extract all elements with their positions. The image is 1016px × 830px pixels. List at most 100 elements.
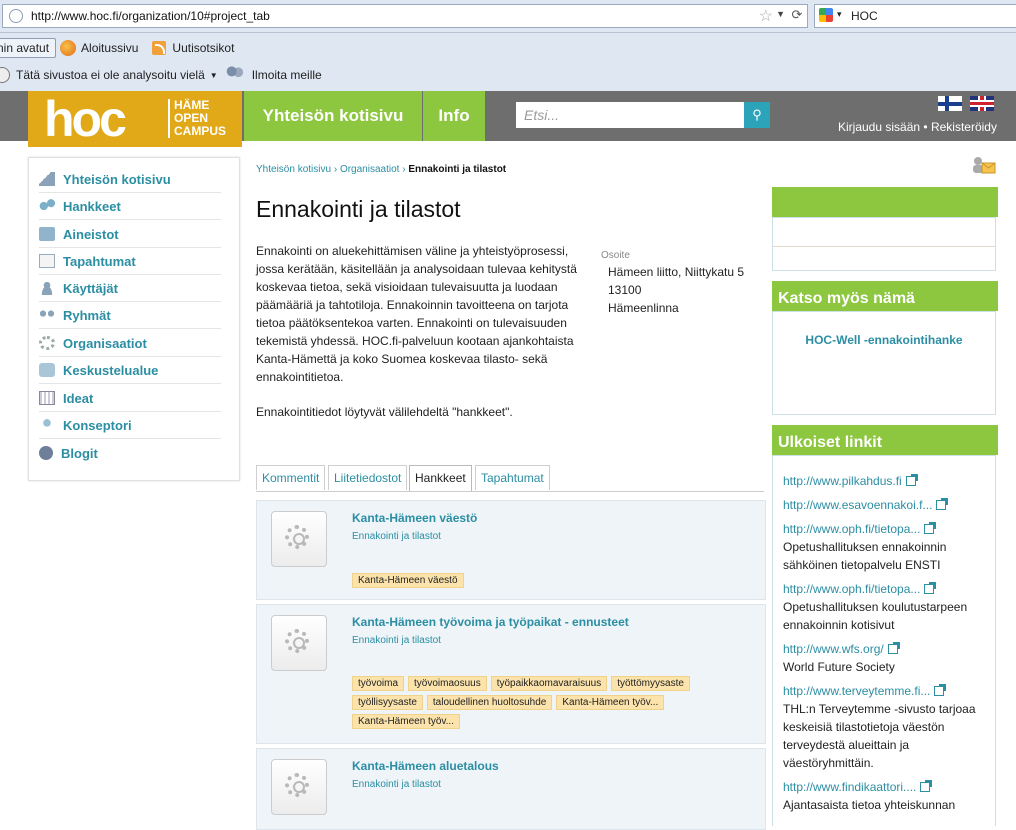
tag[interactable]: työvoima	[352, 676, 405, 691]
google-icon[interactable]	[819, 8, 833, 22]
tag[interactable]: Kanta-Hämeen väestö	[352, 573, 464, 588]
sidebar-item-events[interactable]: Tapahtumat	[39, 248, 221, 275]
bookmark-star-icon[interactable]: ☆	[759, 6, 773, 26]
external-link-item: http://www.terveytemme.fi... THL:n Terve…	[783, 682, 993, 772]
external-link-item: http://www.wfs.org/ World Future Society	[783, 640, 983, 676]
search-icon[interactable]: ⚲	[744, 102, 770, 128]
user-icon	[39, 281, 55, 295]
address-bar-area: http://www.hoc.fi/organization/10#projec…	[0, 0, 1016, 33]
project-title[interactable]: Kanta-Hämeen työvoima ja työpaikat - enn…	[352, 615, 629, 629]
external-link[interactable]: http://www.findikaattori....	[783, 780, 916, 794]
sidebar-item-concept[interactable]: Konseptori	[39, 412, 221, 439]
browser-search-box[interactable]: ▾ HOC	[814, 4, 1016, 28]
tag[interactable]: taloudellinen huoltosuhde	[426, 695, 553, 710]
sidebar-item-groups[interactable]: Ryhmät	[39, 302, 221, 329]
external-link-description: World Future Society	[783, 660, 895, 674]
bulb-icon	[39, 418, 55, 432]
keyboard-icon	[39, 391, 55, 405]
blog-icon	[39, 446, 53, 460]
tag[interactable]: työpaikkaomavaraisuus	[490, 676, 608, 691]
url-input[interactable]: http://www.hoc.fi/organization/10#projec…	[2, 4, 808, 28]
sidebar-item-projects[interactable]: Hankkeet	[39, 193, 221, 220]
tag[interactable]: Kanta-Hämeen työv...	[352, 714, 460, 729]
tab-projects[interactable]: Hankkeet	[409, 465, 472, 491]
tab-events[interactable]: Tapahtumat	[475, 465, 550, 490]
description: Ennakointi on aluekehittämisen väline ja…	[256, 244, 577, 384]
project-thumbnail[interactable]	[271, 759, 327, 815]
gear-icon	[285, 773, 309, 797]
project-thumbnail[interactable]	[271, 511, 327, 567]
sidebar-item-ideas[interactable]: Ideat	[39, 385, 221, 412]
sidebar-item-forum[interactable]: Keskustelualue	[39, 357, 221, 384]
login-link[interactable]: Kirjaudu sisään	[838, 120, 920, 134]
external-link[interactable]: http://www.esavoennakoi.f...	[783, 498, 932, 512]
external-link-description: THL:n Terveytemme -sivusto tarjoaa keske…	[783, 702, 976, 770]
tag[interactable]: Kanta-Hämeen työv...	[556, 695, 665, 710]
uk-flag-icon[interactable]	[970, 96, 994, 111]
hoc-logo[interactable]: hoc HÄME OPEN CAMPUS	[28, 91, 242, 147]
tab-attachments[interactable]: Liitetiedostot	[328, 465, 408, 490]
tag[interactable]: työttömyysaste	[611, 676, 690, 691]
sidebar: Yhteisön kotisivu Hankkeet Aineistot Tap…	[28, 157, 240, 481]
browser-search-text[interactable]: HOC	[851, 9, 878, 23]
project-subtitle[interactable]: Ennakointi ja tilastot	[352, 779, 441, 790]
tag[interactable]: työllisyysaste	[352, 695, 423, 710]
gear-icon	[285, 525, 309, 549]
see-also-link[interactable]: HOC-Well -ennakointihanke	[773, 333, 995, 347]
breadcrumb: Yhteisön kotisivu › Organisaatiot › Enna…	[256, 164, 507, 175]
search-engine-dropdown-icon[interactable]: ▾	[837, 9, 842, 20]
external-link-icon	[934, 684, 947, 696]
url-dropdown-icon[interactable]: ▼	[776, 9, 785, 19]
see-also-box: HOC-Well -ennakointihanke	[772, 311, 996, 415]
finnish-flag-icon[interactable]	[938, 96, 962, 111]
report-link[interactable]: Ilmoita meille	[252, 68, 322, 82]
folder-icon	[39, 227, 55, 241]
bookmark-home[interactable]: Aloitussivu	[60, 40, 138, 56]
external-link-description: Ajantasaista tietoa yhteiskunnan	[783, 798, 956, 812]
external-link-item: http://www.esavoennakoi.f...	[783, 496, 983, 514]
site-search-input[interactable]: Etsi...	[516, 102, 744, 128]
sidebar-item-organizations[interactable]: Organisaatiot	[39, 330, 221, 357]
sidebar-item-materials[interactable]: Aineistot	[39, 221, 221, 248]
group-icon	[39, 308, 55, 322]
home-icon	[39, 172, 55, 186]
project-title[interactable]: Kanta-Hämeen väestö	[352, 511, 477, 525]
logo-subtitle: HÄME OPEN CAMPUS	[168, 99, 226, 138]
bookmark-news[interactable]: Uutisotsikot	[152, 41, 234, 55]
project-subtitle[interactable]: Ennakointi ja tilastot	[352, 635, 441, 646]
contact-mail-icon[interactable]	[972, 156, 996, 174]
right-box-header	[772, 187, 998, 217]
external-link[interactable]: http://www.terveytemme.fi...	[783, 684, 930, 698]
external-link-item: http://www.pilkahdus.fi	[783, 472, 983, 490]
external-link-icon	[936, 498, 949, 510]
breadcrumb-link-home[interactable]: Yhteisön kotisivu	[256, 164, 331, 175]
address-label: Osoite	[601, 250, 630, 261]
tab-comments[interactable]: Kommentit	[256, 465, 326, 490]
project-subtitle[interactable]: Ennakointi ja tilastot	[352, 531, 441, 542]
bookmark-open-tabs[interactable]: nin avatut	[0, 38, 57, 58]
firefox-icon	[60, 40, 77, 56]
site-notice[interactable]: Tätä sivustoa ei ole analysoitu vielä ▼	[0, 67, 218, 83]
breadcrumb-link-organizations[interactable]: Organisaatiot	[340, 164, 399, 175]
register-link[interactable]: Rekisteröidy	[931, 120, 997, 134]
nav-info[interactable]: Info	[423, 91, 485, 141]
external-link-item: http://www.oph.fi/tietopa... Opetushalli…	[783, 580, 983, 634]
external-link[interactable]: http://www.wfs.org/	[783, 642, 884, 656]
external-link[interactable]: http://www.oph.fi/tietopa...	[783, 522, 920, 536]
sidebar-item-community-home[interactable]: Yhteisön kotisivu	[39, 166, 221, 193]
rss-icon	[152, 41, 167, 55]
external-link-item: http://www.oph.fi/tietopa... Opetushalli…	[783, 520, 983, 574]
see-also-header: Katso myös nämä	[772, 281, 998, 311]
nav-community-home[interactable]: Yhteisön kotisivu	[244, 91, 422, 141]
project-thumbnail[interactable]	[271, 615, 327, 671]
sidebar-item-users[interactable]: Käyttäjät	[39, 275, 221, 302]
external-link[interactable]: http://www.pilkahdus.fi	[783, 474, 902, 488]
external-link[interactable]: http://www.oph.fi/tietopa...	[783, 582, 920, 596]
project-title[interactable]: Kanta-Hämeen aluetalous	[352, 759, 499, 773]
logo-text: hoc	[44, 91, 127, 147]
tag[interactable]: työvoimaosuus	[408, 676, 487, 691]
url-text: http://www.hoc.fi/organization/10#projec…	[31, 9, 270, 23]
sidebar-item-blogs[interactable]: Blogit	[39, 440, 221, 466]
chat-icon	[39, 363, 55, 377]
reload-icon[interactable]: ⟳	[789, 7, 805, 23]
